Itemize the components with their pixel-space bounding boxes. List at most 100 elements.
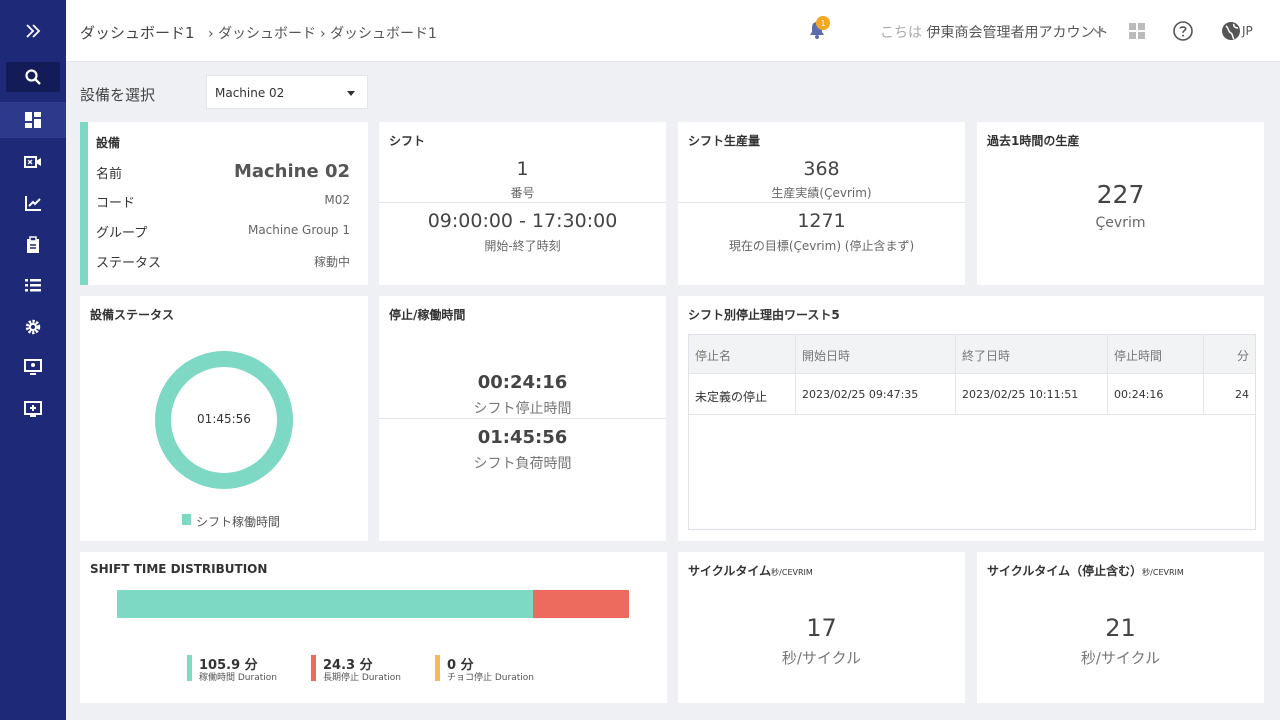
topbar: ダッシュボード1 › ダッシュボード › ダッシュボード1 1 こちは 伊東商会… xyxy=(66,0,1280,62)
device-select-label: 設備を選択 xyxy=(80,86,156,104)
shift-number-label: 番号 xyxy=(510,186,535,200)
breadcrumb-separator: › xyxy=(208,26,214,42)
last-hour-card: 過去1時間の生産 227 Çevrim xyxy=(977,122,1264,285)
device-name-value: Machine 02 xyxy=(233,161,350,182)
table-header-cell[interactable]: 停止名 xyxy=(689,335,796,373)
distribution-card: SHIFT TIME DISTRIBUTION 105.9 分 稼働時間 Dur… xyxy=(80,552,667,703)
divider xyxy=(379,202,666,203)
stop-time-card: 停止/稼働時間 00:24:16 シフト停止時間 01:45:56 シフト負荷時… xyxy=(379,296,666,541)
expand-sidebar-icon[interactable] xyxy=(0,13,66,49)
shift-card: シフト 1 番号 09:00:00 - 17:30:00 開始-終了時刻 xyxy=(379,122,666,285)
shift-number: 1 xyxy=(516,158,529,180)
table-header-cell[interactable]: 開始日時 xyxy=(796,335,956,373)
monitor-user-icon[interactable] xyxy=(0,349,66,385)
device-status-label: ステータス xyxy=(96,256,162,271)
account-name: 伊東商会管理者用アカウント xyxy=(926,25,1109,41)
table-header-cell[interactable]: 停止時間 xyxy=(1108,335,1204,373)
load-time-label: シフト負荷時間 xyxy=(473,456,572,472)
globe-icon[interactable] xyxy=(1220,20,1242,42)
cycle-time-card-title: サイクルタイム秒/CEVRIM xyxy=(688,562,813,579)
production-card-title: シフト生産量 xyxy=(688,134,761,148)
cycle-time-unit: 秒/サイクル xyxy=(781,649,862,667)
gear-icon[interactable] xyxy=(0,309,66,345)
last-hour-value: 227 xyxy=(1096,180,1145,209)
video-icon[interactable] xyxy=(0,144,66,180)
device-code-value: M02 xyxy=(324,193,350,207)
device-name-label: 名前 xyxy=(96,167,123,182)
breadcrumb-current: › ダッシュボード1 xyxy=(320,23,437,43)
chart-icon[interactable] xyxy=(0,185,66,221)
legend-swatch xyxy=(182,514,191,525)
stop-time-label: シフト停止時間 xyxy=(473,401,572,417)
cycle-time-card: サイクルタイム秒/CEVRIM 17 秒/サイクル xyxy=(678,552,965,703)
chevron-down-icon[interactable] xyxy=(1092,26,1104,36)
clipboard-icon[interactable] xyxy=(0,227,66,263)
cycle-time-title-unit: 秒/CEVRIM xyxy=(771,568,813,577)
shift-card-title: シフト xyxy=(389,134,426,148)
production-target: 1271 xyxy=(797,210,846,232)
table-header-cell[interactable]: 終了日時 xyxy=(956,335,1108,373)
table-cell: 未定義の停止 xyxy=(689,373,796,415)
donut-center-time: 01:45:56 xyxy=(197,412,251,426)
device-card: 設備 名前 Machine 02 コード M02 グループ Machine Gr… xyxy=(80,122,368,285)
device-select[interactable]: Machine 02 xyxy=(206,75,368,109)
list-icon[interactable] xyxy=(0,267,66,303)
add-screen-icon[interactable] xyxy=(0,391,66,427)
search-icon[interactable] xyxy=(6,62,60,92)
device-status-card: 設備ステータス 01:45:56 シフト稼働時間 xyxy=(80,296,368,541)
breadcrumb-separator: › xyxy=(320,26,326,42)
production-card: シフト生産量 368 生産実績(Çevrim) 1271 現在の目標(Çevri… xyxy=(678,122,965,285)
cycle-time-value: 17 xyxy=(806,614,837,642)
help-icon[interactable] xyxy=(1172,20,1194,42)
cycle-time-with-stop-unit: 秒/サイクル xyxy=(1080,649,1161,667)
breadcrumb-item-dashboard1: ダッシュボード1 xyxy=(330,26,437,42)
table-header-cell[interactable]: 分 xyxy=(1204,335,1255,373)
legend-label-long-stop: 長期停止 Duration xyxy=(323,673,401,683)
production-actual-label: 生産実績(Çevrim) xyxy=(771,186,872,200)
table-cell: 00:24:16 xyxy=(1108,373,1204,415)
segment-running xyxy=(117,590,534,618)
donut-legend-label: シフト稼働時間 xyxy=(196,515,281,529)
stop-time-value: 00:24:16 xyxy=(477,372,568,393)
language-label[interactable]: JP xyxy=(1242,24,1253,38)
dashboard-icon[interactable] xyxy=(0,102,66,138)
worst5-card-title: シフト別停止理由ワースト5 xyxy=(688,308,840,322)
cycle-time-with-stop-title-unit: 秒/CEVRIM xyxy=(1142,568,1184,577)
distribution-bar xyxy=(117,590,629,618)
caret-down-icon xyxy=(347,91,355,96)
legend-swatch-short-stop xyxy=(435,655,440,681)
shift-time-label: 開始-終了時刻 xyxy=(484,239,561,253)
cycle-time-with-stop-card-title: サイクルタイム（停止含む）秒/CEVRIM xyxy=(987,562,1184,579)
shift-time-range: 09:00:00 - 17:30:00 xyxy=(427,210,618,232)
production-actual: 368 xyxy=(803,158,840,180)
last-hour-card-title: 過去1時間の生産 xyxy=(987,134,1080,148)
segment-long-stop xyxy=(533,590,629,618)
cycle-time-with-stop-value: 21 xyxy=(1105,614,1136,642)
device-select-value: Machine 02 xyxy=(215,86,285,100)
device-group-value: Machine Group 1 xyxy=(247,223,350,237)
device-card-accent xyxy=(80,122,88,285)
device-group-label: グループ xyxy=(96,226,148,241)
distribution-card-title: SHIFT TIME DISTRIBUTION xyxy=(90,562,268,576)
stop-reason-table: 停止名 開始日時 終了日時 停止時間 分 未定義の停止 2023/02/25 0… xyxy=(688,334,1256,530)
breadcrumb-item-dashboard[interactable]: ダッシュボード xyxy=(218,26,316,42)
legend-swatch-running xyxy=(187,655,192,681)
legend-label-short-stop: チョコ停止 Duration xyxy=(447,673,534,683)
divider xyxy=(379,418,666,419)
device-code-label: コード xyxy=(96,196,136,211)
account-menu[interactable]: こちは 伊東商会管理者用アカウント xyxy=(880,22,1108,42)
table-cell: 24 xyxy=(1204,373,1255,415)
legend-swatch-long-stop xyxy=(311,655,316,681)
last-hour-unit: Çevrim xyxy=(1095,215,1146,231)
apps-grid-icon[interactable] xyxy=(1128,22,1146,40)
legend-label-running: 稼働時間 Duration xyxy=(199,673,277,683)
device-status-value: 稼動中 xyxy=(313,255,350,269)
breadcrumb: › ダッシュボード xyxy=(208,23,316,43)
divider xyxy=(678,202,965,203)
stop-time-card-title: 停止/稼働時間 xyxy=(389,308,466,322)
load-time-value: 01:45:56 xyxy=(477,427,568,448)
device-status-card-title: 設備ステータス xyxy=(90,308,175,322)
production-target-label: 現在の目標(Çevrim) (停止含まず) xyxy=(728,239,915,253)
table-cell: 2023/02/25 10:11:51 xyxy=(956,373,1108,415)
table-cell: 2023/02/25 09:47:35 xyxy=(796,373,956,415)
